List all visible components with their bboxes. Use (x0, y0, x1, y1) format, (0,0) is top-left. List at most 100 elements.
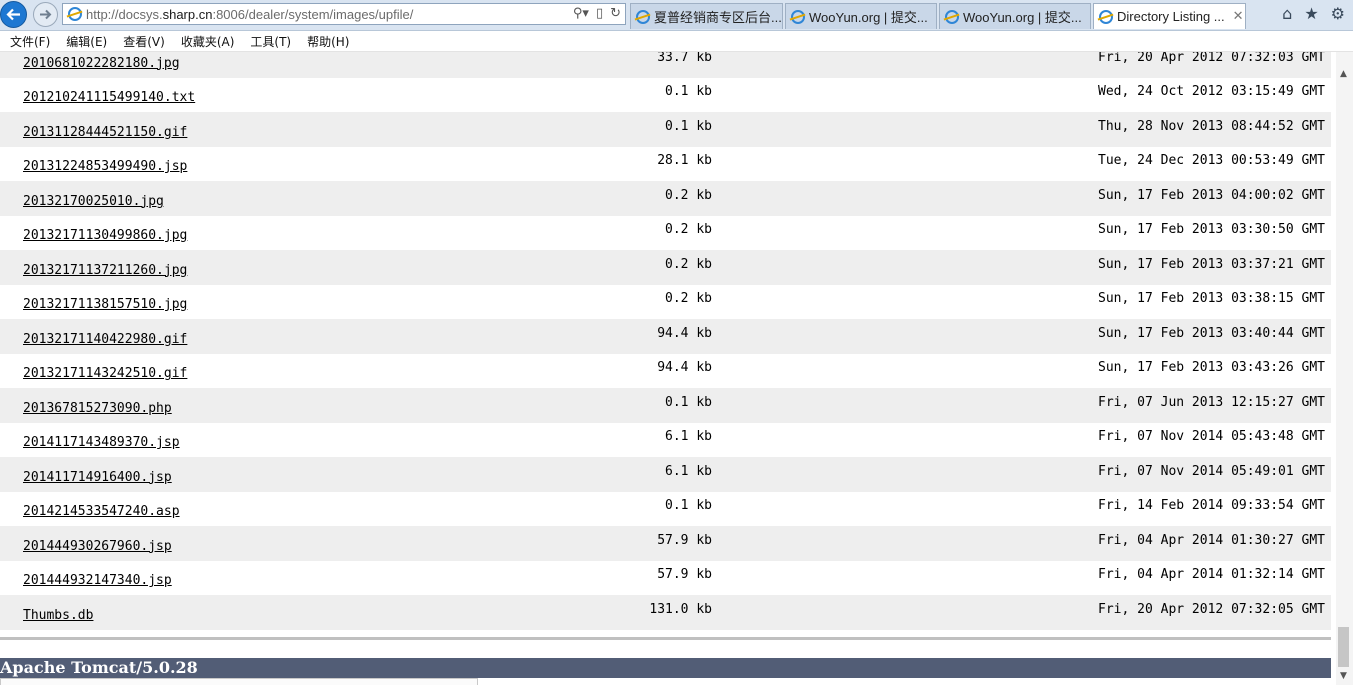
scroll-down-arrow-icon[interactable]: ▼ (1340, 671, 1347, 681)
file-modified-date: Sun, 17 Feb 2013 03:30:50 GMT (712, 215, 1331, 250)
file-name-cell: 20131224853499490.jsp (0, 146, 600, 181)
file-link[interactable]: 2014117143489370.jsp (23, 435, 180, 450)
file-link[interactable]: Thumbs.db (23, 608, 93, 623)
table-row: 201444930267960.jsp 57.9 kb Fri, 04 Apr 20… (0, 526, 1331, 561)
file-size: 0.1 kb (600, 77, 712, 112)
tab-sharp-dealer[interactable]: 夏普经销商专区后台... (630, 3, 783, 29)
file-size: 0.1 kb (600, 388, 712, 423)
footer-divider (0, 637, 1331, 640)
menu-help[interactable]: 帮助(H) (307, 33, 349, 50)
favorites-star-icon[interactable]: ★ (1304, 4, 1318, 23)
file-link[interactable]: 2014214533547240.asp (23, 504, 180, 519)
tab-title: Directory Listing ... (1117, 9, 1225, 24)
file-size: 0.2 kb (600, 181, 712, 216)
file-size: 57.9 kb (600, 526, 712, 561)
file-link[interactable]: 20132171138157510.jpg (23, 297, 187, 312)
file-link[interactable]: 20132170025010.jpg (23, 194, 164, 209)
file-link[interactable]: 201444932147340.jsp (23, 573, 172, 588)
browser-toolbar: http://docsys.sharp.cn:8006/dealer/syste… (0, 0, 1353, 31)
directory-listing-page: 2010681022282180.jpg 33.7 kb Fri, 20 Apr 2… (0, 52, 1331, 685)
tab-wooyun-2[interactable]: WooYun.org | 提交... (939, 3, 1091, 29)
file-size: 57.9 kb (600, 560, 712, 595)
file-modified-date: Wed, 24 Oct 2012 03:15:49 GMT (712, 77, 1331, 112)
menu-edit[interactable]: 编辑(E) (66, 33, 107, 50)
file-size: 94.4 kb (600, 319, 712, 354)
ie-tab-icon (636, 9, 650, 24)
table-row: 20132171130499860.jpg 0.2 kb Sun, 17 Feb 2… (0, 215, 1331, 250)
server-version: Apache Tomcat/5.0.28 (0, 658, 198, 677)
refresh-icon[interactable]: ↻ (610, 6, 621, 21)
file-listing-table: 2010681022282180.jpg 33.7 kb Fri, 20 Apr 2… (0, 52, 1331, 630)
menu-favorites[interactable]: 收藏夹(A) (181, 33, 235, 50)
file-modified-date: Sun, 17 Feb 2013 03:37:21 GMT (712, 250, 1331, 285)
file-name-cell: 20132171143242510.gif (0, 353, 600, 388)
file-name-cell: 201444932147340.jsp (0, 560, 600, 595)
file-modified-date: Fri, 07 Jun 2013 12:15:27 GMT (712, 388, 1331, 423)
file-modified-date: Tue, 24 Dec 2013 00:53:49 GMT (712, 146, 1331, 181)
vertical-scrollbar[interactable]: ▲ ▼ (1336, 52, 1353, 685)
scroll-thumb[interactable] (1338, 627, 1349, 667)
ie-tab-icon (1099, 9, 1113, 24)
tab-title: 夏普经销商专区后台... (654, 10, 782, 25)
file-link[interactable]: 20132171137211260.jpg (23, 263, 187, 278)
forward-arrow-icon (40, 9, 52, 20)
file-name-cell: 2014214533547240.asp (0, 491, 600, 526)
table-row: 201210241115499140.txt 0.1 kb Wed, 24 Oct … (0, 77, 1331, 112)
tab-title: WooYun.org | 提交... (963, 10, 1082, 25)
file-link[interactable]: 201411714916400.jsp (23, 470, 172, 485)
file-name-cell: 20132171137211260.jpg (0, 250, 600, 285)
file-link[interactable]: 20132171143242510.gif (23, 366, 187, 381)
ie-page-icon (68, 7, 82, 21)
file-link[interactable]: 2010681022282180.jpg (23, 56, 180, 71)
table-row: 20132171137211260.jpg 0.2 kb Sun, 17 Feb 2… (0, 250, 1331, 285)
compat-view-icon[interactable]: ▯ (596, 6, 603, 21)
file-size: 94.4 kb (600, 353, 712, 388)
file-link[interactable]: 201210241115499140.txt (23, 90, 195, 105)
menu-tools[interactable]: 工具(T) (250, 33, 291, 50)
search-icon[interactable]: ⚲▾ (573, 6, 589, 21)
settings-gear-icon[interactable]: ⚙ (1331, 4, 1345, 23)
table-row: Thumbs.db 131.0 kb Fri, 20 Apr 2012 07:32:… (0, 595, 1331, 630)
file-link[interactable]: 201367815273090.php (23, 401, 172, 416)
address-url[interactable]: http://docsys.sharp.cn:8006/dealer/syste… (86, 7, 413, 22)
file-name-cell: 20131128444521150.gif (0, 112, 600, 147)
file-name-cell: 201411714916400.jsp (0, 457, 600, 492)
close-tab-icon[interactable]: ✕ (1233, 9, 1244, 24)
table-row: 2014117143489370.jsp 6.1 kb Fri, 07 Nov 20… (0, 422, 1331, 457)
file-modified-date: Fri, 20 Apr 2012 07:32:05 GMT (712, 595, 1331, 630)
ie-tab-icon (791, 9, 805, 24)
file-size: 131.0 kb (600, 595, 712, 630)
file-modified-date: Sun, 17 Feb 2013 03:43:26 GMT (712, 353, 1331, 388)
file-size: 0.2 kb (600, 215, 712, 250)
menu-view[interactable]: 查看(V) (123, 33, 165, 50)
ie-tab-icon (945, 9, 959, 24)
tab-title: WooYun.org | 提交... (809, 10, 928, 25)
tab-wooyun-1[interactable]: WooYun.org | 提交... (785, 3, 937, 29)
table-row: 20131224853499490.jsp 28.1 kb Tue, 24 Dec … (0, 146, 1331, 181)
file-link[interactable]: 20132171140422980.gif (23, 332, 187, 347)
scroll-up-arrow-icon[interactable]: ▲ (1340, 69, 1347, 79)
file-link[interactable]: 20131224853499490.jsp (23, 159, 187, 174)
table-row: 20132171140422980.gif 94.4 kb Sun, 17 Feb … (0, 319, 1331, 354)
file-modified-date: Fri, 04 Apr 2014 01:30:27 GMT (712, 526, 1331, 561)
forward-button[interactable] (33, 2, 58, 27)
file-name-cell: 2010681022282180.jpg (0, 52, 600, 78)
file-link[interactable]: 201444930267960.jsp (23, 539, 172, 554)
file-name-cell: 20132170025010.jpg (0, 181, 600, 216)
file-link[interactable]: 20131128444521150.gif (23, 125, 187, 140)
file-name-cell: 20132171130499860.jpg (0, 215, 600, 250)
address-bar[interactable]: http://docsys.sharp.cn:8006/dealer/syste… (62, 3, 626, 25)
footer-bar: Apache Tomcat/5.0.28 (0, 658, 1331, 678)
home-icon[interactable]: ⌂ (1282, 4, 1292, 23)
table-row: 20132171143242510.gif 94.4 kb Sun, 17 Feb … (0, 353, 1331, 388)
file-name-cell: 201444930267960.jsp (0, 526, 600, 561)
table-row: 2010681022282180.jpg 33.7 kb Fri, 20 Apr 2… (0, 52, 1331, 78)
back-arrow-icon (6, 8, 20, 21)
menu-file[interactable]: 文件(F) (10, 33, 50, 50)
file-modified-date: Fri, 04 Apr 2014 01:32:14 GMT (712, 560, 1331, 595)
tab-directory-listing[interactable]: Directory Listing ... ✕ (1093, 3, 1246, 29)
table-row: 201411714916400.jsp 6.1 kb Fri, 07 Nov 201… (0, 457, 1331, 492)
status-bar-url (0, 678, 478, 685)
file-link[interactable]: 20132171130499860.jpg (23, 228, 187, 243)
back-button[interactable] (0, 1, 27, 28)
